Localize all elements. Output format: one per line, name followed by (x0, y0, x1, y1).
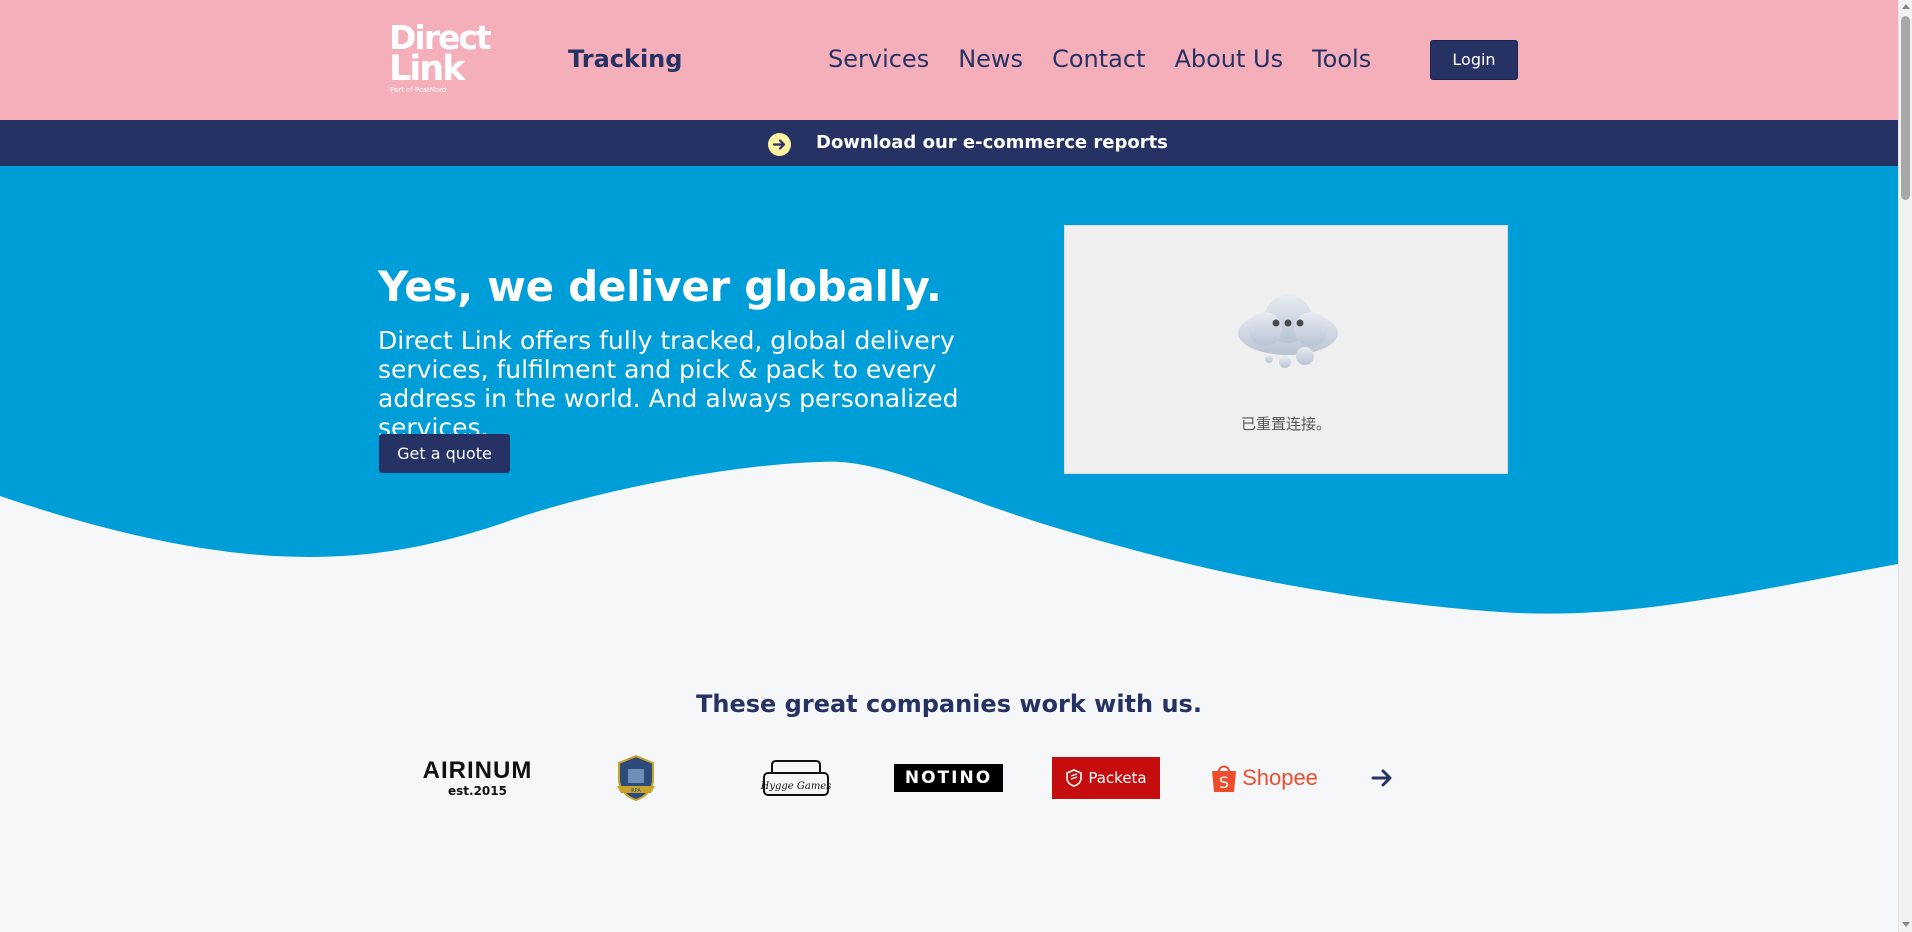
shopee-logo: S Shopee (1209, 750, 1319, 806)
site-header: Direct Link Part of PostNord Tracking Se… (0, 0, 1898, 120)
hygge-games-logo: Hygge Games (756, 750, 836, 806)
reports-banner: Download our e-commerce reports (0, 120, 1898, 166)
page-scrollbar[interactable] (1898, 0, 1912, 932)
arrow-right-circle-icon[interactable] (768, 133, 791, 156)
carousel-next-arrow-icon[interactable] (1370, 766, 1394, 790)
cloud-error-icon (1238, 295, 1338, 368)
scroll-thumb[interactable] (1901, 16, 1910, 200)
nav-contact-link[interactable]: Contact (1052, 44, 1145, 74)
packeta-shield-icon (1066, 769, 1083, 787)
sofa-icon: Hygge Games (760, 760, 831, 796)
scroll-down-arrow-icon[interactable] (1902, 922, 1910, 927)
airinum-logo: AIRINUM est.2015 (420, 750, 535, 806)
nav-about-us-link[interactable]: About Us (1174, 44, 1283, 74)
logo-line-link: Link (389, 49, 465, 89)
notino-logo: NOTINO (894, 750, 1003, 806)
scroll-up-arrow-icon[interactable] (1902, 4, 1910, 9)
get-a-quote-button[interactable]: Get a quote (379, 434, 510, 473)
partners-heading: These great companies work with us. (696, 690, 1202, 718)
hero-title: Yes, we deliver globally. (378, 262, 942, 311)
video-error-message: 已重置连接。 (1240, 415, 1331, 433)
download-reports-link[interactable]: Download our e-commerce reports (816, 132, 1168, 154)
main-nav: Services News Contact About Us Tools (828, 44, 1371, 74)
crest-text: RPA (631, 788, 641, 794)
nav-services-link[interactable]: Services (828, 44, 929, 74)
svg-text:S: S (1219, 773, 1229, 792)
direct-link-logo[interactable]: Direct Link Part of PostNord (389, 20, 514, 98)
shopee-text: Shopee (1242, 765, 1318, 790)
nav-tools-link[interactable]: Tools (1312, 44, 1371, 74)
airinum-est: est.2015 (448, 784, 507, 798)
hygge-text: Hygge Games (760, 781, 831, 792)
nav-news-link[interactable]: News (958, 44, 1023, 74)
logo-tagline: Part of PostNord (390, 86, 447, 94)
video-embed[interactable]: 已重置连接。 (1064, 225, 1508, 474)
crest-icon: RPA (617, 754, 655, 802)
packeta-text: Packeta (1088, 769, 1147, 787)
nav-tracking-link[interactable]: Tracking (568, 44, 682, 74)
hero-description: Direct Link offers fully tracked, global… (378, 326, 959, 442)
login-button[interactable]: Login (1430, 40, 1518, 80)
shopee-bag-icon: S (1212, 765, 1237, 792)
packeta-logo: Packeta (1052, 750, 1160, 806)
partner-logos-carousel: AIRINUM est.2015 RPA Hygge Games NOTINO … (420, 750, 1400, 810)
shield-crest-logo: RPA (608, 750, 664, 806)
airinum-name: AIRINUM (422, 757, 533, 784)
notino-text: NOTINO (894, 764, 1003, 792)
